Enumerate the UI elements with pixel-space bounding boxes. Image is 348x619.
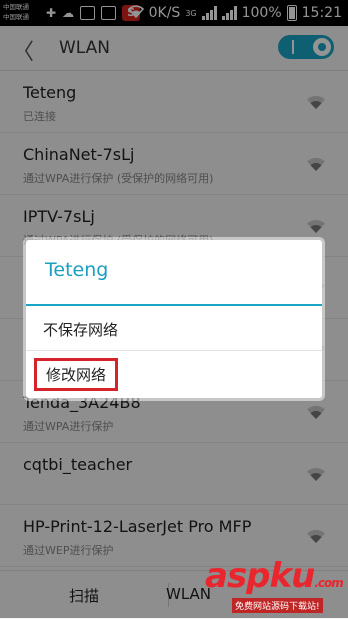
forget-network-option[interactable]: 不保存网络 (43, 319, 118, 340)
network-options-dialog: Teteng 不保存网络 修改网络 (26, 240, 322, 398)
option-divider (26, 350, 322, 351)
modify-network-option[interactable]: 修改网络 (34, 358, 119, 391)
watermark-caption: 免费网站源码下载站! (232, 598, 323, 613)
dialog-title-divider (26, 304, 322, 306)
dialog-title: Teteng (45, 259, 109, 281)
watermark-logo: aspku.com (205, 556, 344, 596)
